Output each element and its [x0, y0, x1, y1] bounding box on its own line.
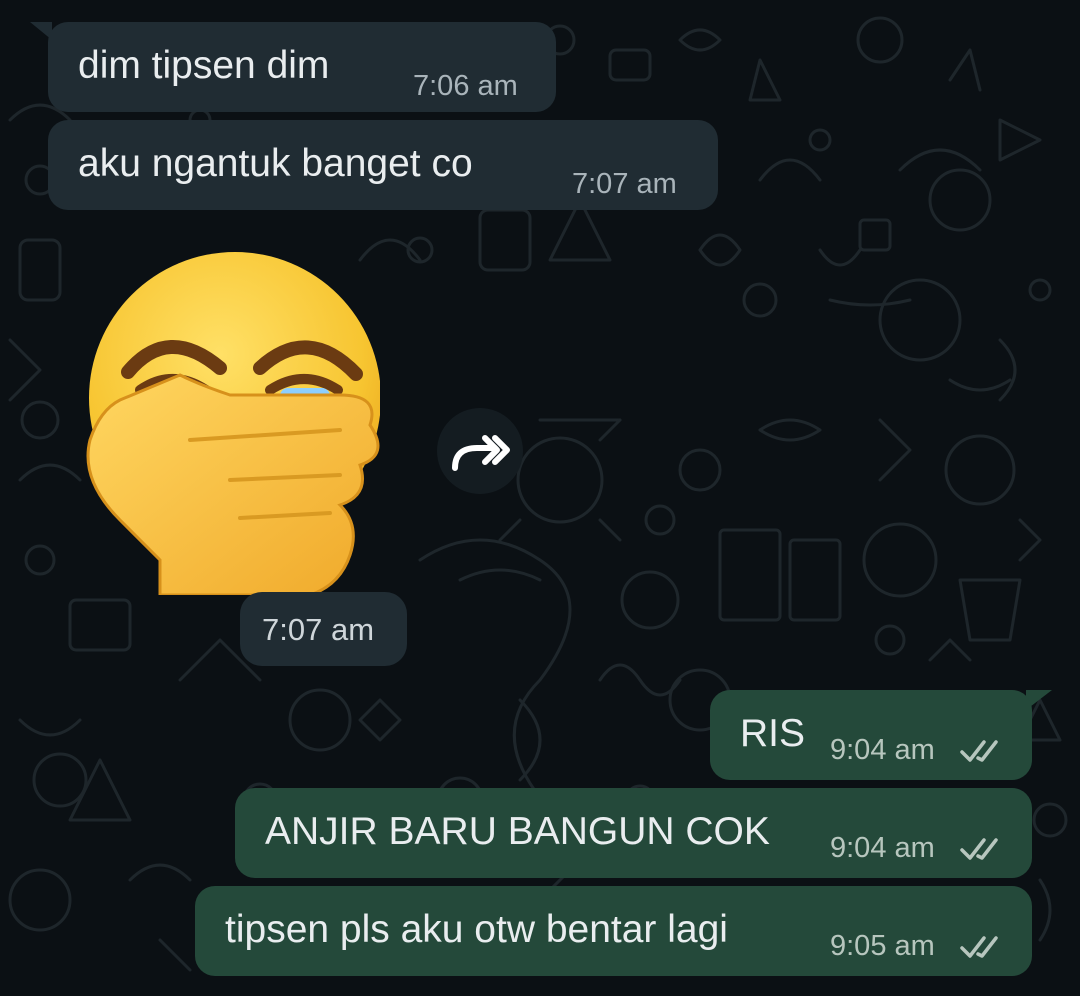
message-time: 7:07 am [572, 168, 677, 200]
forward-arrow-icon [452, 435, 510, 471]
chat-conversation: dim tipsen dim 7:06 am aku ngantuk bange… [0, 0, 1080, 996]
double-check-icon [960, 936, 998, 958]
forward-button[interactable] [437, 408, 523, 494]
crying-face-emoji-icon[interactable] [80, 250, 380, 595]
message-time: 9:04 am [830, 832, 935, 864]
double-check-icon [960, 838, 998, 860]
message-text: aku ngantuk banget co [78, 142, 473, 185]
outgoing-message[interactable]: tipsen pls aku otw bentar lagi 9:05 am [195, 886, 1032, 976]
message-time: 9:04 am [830, 734, 935, 766]
message-time: 7:07 am [262, 612, 375, 647]
sticker-timestamp: 7:07 am [240, 592, 407, 666]
message-text: ANJIR BARU BANGUN COK [265, 810, 770, 853]
outgoing-message[interactable]: RIS 9:04 am [710, 690, 1032, 780]
message-time: 9:05 am [830, 930, 935, 962]
incoming-message[interactable]: dim tipsen dim 7:06 am [48, 22, 556, 112]
double-check-icon [960, 740, 998, 762]
message-text: RIS [740, 712, 806, 755]
message-text: tipsen pls aku otw bentar lagi [225, 908, 728, 951]
message-text: dim tipsen dim [78, 44, 330, 87]
incoming-message[interactable]: aku ngantuk banget co 7:07 am [48, 120, 718, 210]
message-time: 7:06 am [413, 70, 518, 102]
outgoing-message[interactable]: ANJIR BARU BANGUN COK 9:04 am [235, 788, 1032, 878]
